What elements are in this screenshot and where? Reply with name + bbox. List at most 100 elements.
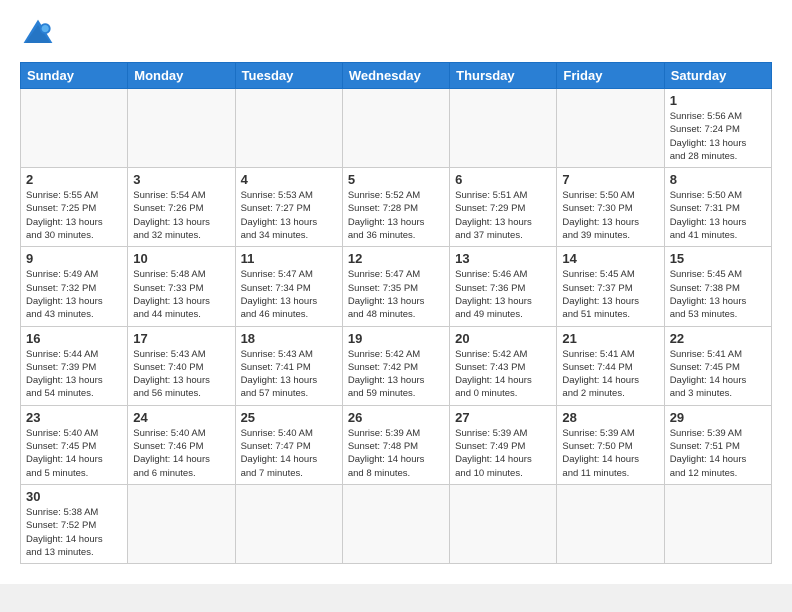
day-number: 16 [26,331,122,346]
day-number: 26 [348,410,444,425]
day-number: 21 [562,331,658,346]
day-number: 5 [348,172,444,187]
day-info: Sunrise: 5:53 AM Sunset: 7:27 PM Dayligh… [241,189,337,242]
day-info: Sunrise: 5:45 AM Sunset: 7:38 PM Dayligh… [670,268,766,321]
day-number: 19 [348,331,444,346]
day-number: 18 [241,331,337,346]
weekday-header-row: SundayMondayTuesdayWednesdayThursdayFrid… [21,63,772,89]
calendar-cell: 22Sunrise: 5:41 AM Sunset: 7:45 PM Dayli… [664,326,771,405]
calendar-cell: 29 Sunrise: 5:39 AM Sunset: 7:51 PM Dayli… [664,405,771,484]
day-number: 3 [133,172,229,187]
day-number: 8 [670,172,766,187]
calendar-cell: 16 Sunrise: 5:44 AM Sunset: 7:39 PM Dayli… [21,326,128,405]
day-info: Sunrise: 5:44 AM Sunset: 7:39 PM Dayligh… [26,348,122,401]
day-number: 28 [562,410,658,425]
week-row-5: 30 Sunrise: 5:38 AM Sunset: 7:52 PM Dayli… [21,484,772,563]
day-info: Sunrise: 5:41 AM Sunset: 7:44 PM Dayligh… [562,348,658,401]
calendar-cell: 9 Sunrise: 5:49 AM Sunset: 7:32 PM Daylig… [21,247,128,326]
calendar-cell [235,484,342,563]
day-number: 4 [241,172,337,187]
calendar-cell: 7 Sunrise: 5:50 AM Sunset: 7:30 PM Daylig… [557,168,664,247]
calendar-cell [342,89,449,168]
calendar-cell: 18 Sunrise: 5:43 AM Sunset: 7:41 PM Dayli… [235,326,342,405]
calendar-cell: 8 Sunrise: 5:50 AM Sunset: 7:31 PM Daylig… [664,168,771,247]
week-row-1: 2 Sunrise: 5:55 AM Sunset: 7:25 PM Daylig… [21,168,772,247]
day-info: Sunrise: 5:52 AM Sunset: 7:28 PM Dayligh… [348,189,444,242]
calendar-cell: 3 Sunrise: 5:54 AM Sunset: 7:26 PM Daylig… [128,168,235,247]
day-info: Sunrise: 5:43 AM Sunset: 7:40 PM Dayligh… [133,348,229,401]
day-info: Sunrise: 5:45 AM Sunset: 7:37 PM Dayligh… [562,268,658,321]
day-number: 7 [562,172,658,187]
header [20,16,772,52]
day-info: Sunrise: 5:55 AM Sunset: 7:25 PM Dayligh… [26,189,122,242]
week-row-4: 23 Sunrise: 5:40 AM Sunset: 7:45 PM Dayli… [21,405,772,484]
day-number: 2 [26,172,122,187]
calendar-cell: 12 Sunrise: 5:47 AM Sunset: 7:35 PM Dayli… [342,247,449,326]
day-number: 29 [670,410,766,425]
day-number: 12 [348,251,444,266]
weekday-header-wednesday: Wednesday [342,63,449,89]
day-info: Sunrise: 5:39 AM Sunset: 7:51 PM Dayligh… [670,427,766,480]
week-row-3: 16 Sunrise: 5:44 AM Sunset: 7:39 PM Dayli… [21,326,772,405]
logo-icon [20,16,56,52]
calendar-cell [235,89,342,168]
day-number: 1 [670,93,766,108]
day-number: 13 [455,251,551,266]
calendar-cell: 6 Sunrise: 5:51 AM Sunset: 7:29 PM Daylig… [450,168,557,247]
calendar-cell [450,484,557,563]
day-info: Sunrise: 5:50 AM Sunset: 7:30 PM Dayligh… [562,189,658,242]
calendar: SundayMondayTuesdayWednesdayThursdayFrid… [20,62,772,564]
day-info: Sunrise: 5:43 AM Sunset: 7:41 PM Dayligh… [241,348,337,401]
calendar-cell [21,89,128,168]
weekday-header-thursday: Thursday [450,63,557,89]
week-row-0: 1Sunrise: 5:56 AM Sunset: 7:24 PM Daylig… [21,89,772,168]
day-info: Sunrise: 5:54 AM Sunset: 7:26 PM Dayligh… [133,189,229,242]
day-info: Sunrise: 5:40 AM Sunset: 7:46 PM Dayligh… [133,427,229,480]
day-number: 23 [26,410,122,425]
calendar-cell [450,89,557,168]
day-number: 15 [670,251,766,266]
week-row-2: 9 Sunrise: 5:49 AM Sunset: 7:32 PM Daylig… [21,247,772,326]
day-info: Sunrise: 5:51 AM Sunset: 7:29 PM Dayligh… [455,189,551,242]
day-info: Sunrise: 5:40 AM Sunset: 7:47 PM Dayligh… [241,427,337,480]
day-number: 14 [562,251,658,266]
calendar-cell: 15 Sunrise: 5:45 AM Sunset: 7:38 PM Dayli… [664,247,771,326]
day-info: Sunrise: 5:39 AM Sunset: 7:50 PM Dayligh… [562,427,658,480]
day-number: 11 [241,251,337,266]
calendar-cell [664,484,771,563]
calendar-cell: 13Sunrise: 5:46 AM Sunset: 7:36 PM Dayli… [450,247,557,326]
day-number: 20 [455,331,551,346]
day-number: 17 [133,331,229,346]
day-info: Sunrise: 5:42 AM Sunset: 7:43 PM Dayligh… [455,348,551,401]
day-info: Sunrise: 5:47 AM Sunset: 7:35 PM Dayligh… [348,268,444,321]
calendar-cell [342,484,449,563]
day-info: Sunrise: 5:49 AM Sunset: 7:32 PM Dayligh… [26,268,122,321]
calendar-cell: 4 Sunrise: 5:53 AM Sunset: 7:27 PM Daylig… [235,168,342,247]
calendar-cell: 28 Sunrise: 5:39 AM Sunset: 7:50 PM Dayli… [557,405,664,484]
calendar-cell: 24 Sunrise: 5:40 AM Sunset: 7:46 PM Dayli… [128,405,235,484]
calendar-cell: 1Sunrise: 5:56 AM Sunset: 7:24 PM Daylig… [664,89,771,168]
day-info: Sunrise: 5:40 AM Sunset: 7:45 PM Dayligh… [26,427,122,480]
day-info: Sunrise: 5:42 AM Sunset: 7:42 PM Dayligh… [348,348,444,401]
calendar-cell: 19 Sunrise: 5:42 AM Sunset: 7:42 PM Dayli… [342,326,449,405]
weekday-header-saturday: Saturday [664,63,771,89]
weekday-header-monday: Monday [128,63,235,89]
calendar-cell: 14 Sunrise: 5:45 AM Sunset: 7:37 PM Dayli… [557,247,664,326]
calendar-cell: 21 Sunrise: 5:41 AM Sunset: 7:44 PM Dayli… [557,326,664,405]
calendar-cell: 11Sunrise: 5:47 AM Sunset: 7:34 PM Dayli… [235,247,342,326]
day-info: Sunrise: 5:38 AM Sunset: 7:52 PM Dayligh… [26,506,122,559]
calendar-cell [128,89,235,168]
calendar-cell: 5 Sunrise: 5:52 AM Sunset: 7:28 PM Daylig… [342,168,449,247]
page: SundayMondayTuesdayWednesdayThursdayFrid… [0,0,792,584]
calendar-cell: 27Sunrise: 5:39 AM Sunset: 7:49 PM Dayli… [450,405,557,484]
day-number: 24 [133,410,229,425]
day-number: 9 [26,251,122,266]
day-info: Sunrise: 5:50 AM Sunset: 7:31 PM Dayligh… [670,189,766,242]
calendar-cell: 25Sunrise: 5:40 AM Sunset: 7:47 PM Dayli… [235,405,342,484]
calendar-cell [557,484,664,563]
weekday-header-sunday: Sunday [21,63,128,89]
day-number: 6 [455,172,551,187]
logo [20,16,60,52]
day-number: 30 [26,489,122,504]
weekday-header-tuesday: Tuesday [235,63,342,89]
